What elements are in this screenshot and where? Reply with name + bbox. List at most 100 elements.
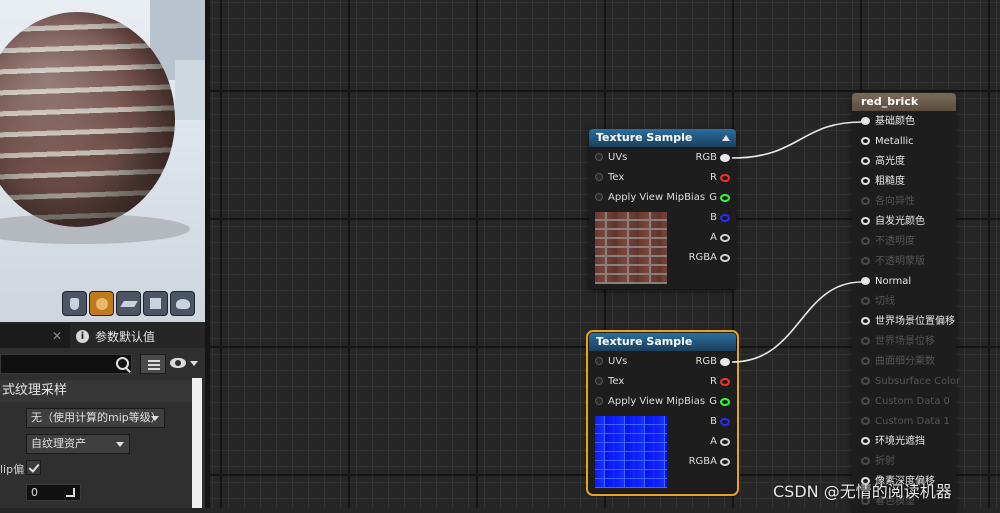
texture-sample-node[interactable]: Texture Sample UVs Tex Apply View MipBia… (589, 129, 736, 289)
section-header[interactable]: 式纹理采样 (0, 380, 192, 402)
pin-icon (861, 417, 870, 425)
property-row-sampler-source: 自纹理资产 (0, 432, 192, 454)
pin-icon (861, 377, 870, 385)
material-input-pin[interactable]: 粗糙度 (861, 172, 905, 192)
material-input-pin[interactable]: 环境光遮挡 (861, 432, 925, 452)
sampler-source-dropdown[interactable]: 自纹理资产 (26, 434, 130, 454)
watermark: CSDN @无情的阅读机器 (773, 482, 952, 501)
texture-sample-node-selected[interactable]: Texture Sample UVs Tex Apply View MipBia… (586, 330, 739, 496)
material-input-pin[interactable]: 世界场景位移 (861, 332, 935, 352)
output-pin-r[interactable]: R (710, 168, 730, 188)
material-node-title[interactable]: red_brick (852, 93, 956, 111)
pin-label: 高光度 (875, 156, 905, 167)
output-pin-b[interactable]: B (710, 412, 730, 432)
number-field[interactable]: 0 (26, 484, 81, 501)
sphere-preview-button[interactable] (89, 291, 114, 316)
pin-label: R (710, 172, 717, 183)
material-input-pin[interactable]: 切线 (861, 292, 895, 312)
plane-preview-button[interactable] (116, 291, 141, 316)
details-scrollbar[interactable] (192, 378, 202, 508)
pin-icon (720, 214, 730, 222)
material-input-pin[interactable]: Normal (861, 272, 911, 292)
preview-shape-toolbar (62, 291, 195, 316)
dropdown-value: 自纹理资产 (31, 437, 86, 450)
input-pin-tex[interactable]: Tex (595, 372, 624, 392)
pin-icon (861, 357, 870, 365)
output-pin-rgb[interactable]: RGB (695, 148, 730, 168)
details-search-input[interactable] (0, 354, 132, 374)
property-row-const-coordinate: 0 (0, 482, 192, 504)
pin-icon (720, 458, 730, 466)
material-input-pin[interactable]: 自发光颜色 (861, 212, 925, 232)
material-input-pin[interactable]: Custom Data 0 (861, 392, 950, 412)
input-pin-mipbias[interactable]: Apply View MipBias (595, 188, 705, 208)
node-title: Texture Sample (596, 131, 693, 144)
cube-preview-button[interactable] (143, 291, 168, 316)
material-input-pin[interactable]: 曲面细分乘数 (861, 352, 935, 372)
pin-label: 世界场景位移 (875, 336, 935, 347)
input-pin-tex[interactable]: Tex (595, 168, 624, 188)
pin-label: 折射 (875, 456, 895, 467)
material-result-node[interactable]: red_brick 基础颜色 Metallic 高光度粗糙度各向异性自发光颜色不透明… (852, 93, 960, 513)
output-pin-rgba[interactable]: RGBA (689, 248, 730, 268)
tab-label: 参数默认值 (95, 329, 156, 344)
pin-label: Apply View MipBias (608, 396, 706, 407)
material-input-pin[interactable]: Subsurface Color (861, 372, 960, 392)
material-input-pin[interactable]: 世界场景位置偏移 (861, 312, 955, 332)
node-header[interactable]: Texture Sample (589, 129, 736, 147)
material-input-pin[interactable]: Custom Data 1 (861, 412, 950, 432)
list-view-button[interactable] (140, 354, 166, 374)
cylinder-preview-button[interactable] (62, 291, 87, 316)
mip-bias-checkbox[interactable] (26, 460, 41, 475)
pin-icon (720, 358, 730, 366)
pin-label: 不透明度 (875, 236, 915, 247)
pin-icon (720, 194, 730, 202)
pin-icon (720, 378, 730, 386)
output-pin-rgba[interactable]: RGBA (689, 452, 730, 472)
material-input-pin[interactable]: 基础颜色 (861, 112, 915, 132)
material-input-pin[interactable]: 不透明度 (861, 232, 915, 252)
material-input-pin[interactable]: 各向异性 (861, 192, 915, 212)
info-icon: i (76, 329, 89, 343)
pin-label: A (710, 232, 717, 243)
material-input-pin[interactable]: 高光度 (861, 152, 905, 172)
pin-icon (595, 357, 603, 365)
brick-texture-thumbnail (595, 212, 667, 284)
pin-label: 基础颜色 (875, 116, 915, 127)
output-pin-g[interactable]: G (709, 188, 730, 208)
pin-label: Subsurface Color (875, 376, 961, 387)
output-pin-b[interactable]: B (710, 208, 730, 228)
collapse-icon[interactable] (722, 135, 730, 141)
mip-value-mode-dropdown[interactable]: 无（使用计算的mip等级） (26, 408, 165, 428)
pin-label: Apply View MipBias (608, 192, 706, 203)
material-preview-viewport[interactable] (0, 0, 205, 322)
pin-icon (720, 234, 730, 242)
output-pin-a[interactable]: A (710, 432, 730, 452)
tab-parameter-defaults[interactable]: i 参数默认值 (70, 324, 205, 348)
material-input-pin[interactable]: 不透明蒙版 (861, 252, 925, 272)
input-pin-uvs[interactable]: UVs (595, 352, 627, 372)
input-pin-uvs[interactable]: UVs (595, 148, 627, 168)
pin-icon (595, 193, 603, 201)
search-icon (116, 357, 129, 370)
input-pin-mipbias[interactable]: Apply View MipBias (595, 392, 705, 412)
view-options-button[interactable] (170, 356, 202, 372)
material-input-pin[interactable]: Metallic (861, 132, 914, 152)
pin-label: 切线 (875, 296, 895, 307)
output-pin-r[interactable]: R (710, 372, 730, 392)
pin-icon (861, 437, 870, 445)
node-header[interactable]: Texture Sample (589, 333, 736, 351)
tab-close-icon[interactable]: ✕ (52, 329, 62, 343)
material-input-pin[interactable]: 折射 (861, 452, 895, 472)
details-search-row (0, 354, 205, 374)
pin-icon (720, 154, 730, 162)
output-pin-g[interactable]: G (709, 392, 730, 412)
pin-label: 各向异性 (875, 196, 915, 207)
output-pin-rgb[interactable]: RGB (695, 352, 730, 372)
pin-icon (720, 254, 730, 262)
output-pin-a[interactable]: A (710, 228, 730, 248)
pin-label: 不透明蒙版 (875, 256, 925, 267)
pin-label: 世界场景位置偏移 (875, 316, 955, 327)
pin-icon (861, 157, 870, 165)
teapot-preview-button[interactable] (170, 291, 195, 316)
